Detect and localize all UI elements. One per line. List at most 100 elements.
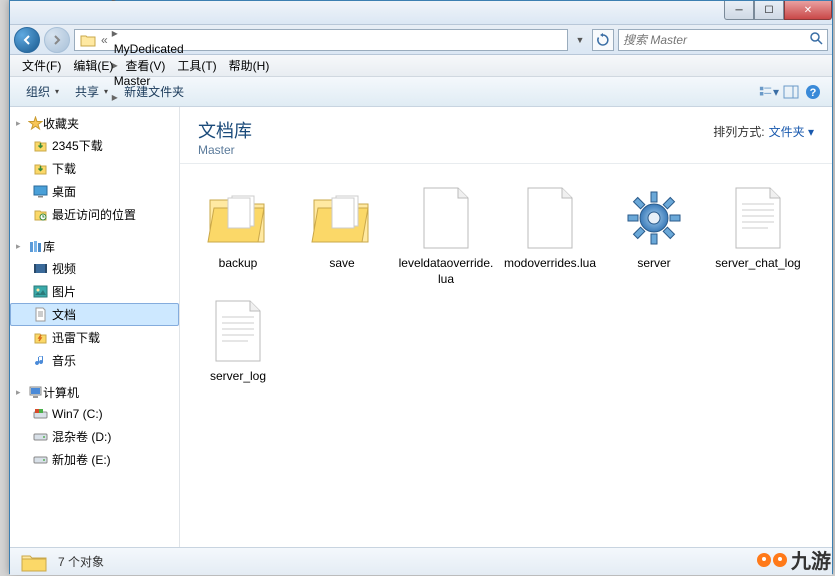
download-icon [32, 161, 48, 177]
sidebar-item[interactable]: 音乐 [10, 349, 179, 372]
file-item[interactable]: leveldataoverride.lua [394, 178, 498, 291]
navigation-pane: ▸ 收藏夹 2345下载下载桌面最近访问的位置 ▸ 库 视频图片文档迅雷下载音乐 [10, 107, 180, 547]
sidebar-item[interactable]: 新加卷 (E:) [10, 448, 179, 471]
drive-icon [32, 429, 48, 445]
folder-icon [79, 31, 97, 49]
sidebar-item-label: 图片 [52, 283, 76, 300]
collapse-icon: ▸ [16, 241, 27, 252]
back-arrow-icon [21, 34, 33, 46]
drive-icon [32, 452, 48, 468]
arrange-by: 排列方式: 文件夹 ▾ [713, 117, 814, 140]
collapse-icon: ▸ [16, 118, 27, 129]
sidebar-item[interactable]: 迅雷下载 [10, 326, 179, 349]
desktop-icon [32, 184, 48, 200]
file-item[interactable]: server_chat_log [706, 178, 810, 291]
chevron-right-icon[interactable]: ▸ [110, 26, 120, 40]
sidebar-item-label: 文档 [52, 306, 76, 323]
star-icon [27, 116, 43, 132]
file-label: server_log [210, 369, 266, 385]
chevron-right-icon: « [99, 33, 110, 47]
file-icon [722, 182, 794, 254]
sidebar-item-label: 视频 [52, 260, 76, 277]
folder-icon [306, 182, 378, 254]
file-icon [618, 182, 690, 254]
maximize-button[interactable]: ☐ [754, 1, 784, 20]
computer-icon [27, 385, 43, 401]
refresh-button[interactable] [592, 29, 614, 51]
minimize-button[interactable]: ─ [724, 1, 754, 20]
sidebar-item[interactable]: 图片 [10, 280, 179, 303]
file-icon [410, 182, 482, 254]
forward-arrow-icon [51, 34, 63, 46]
close-button[interactable]: ✕ [784, 1, 832, 20]
drivewin-icon [32, 406, 48, 422]
back-button[interactable] [14, 27, 40, 53]
sidebar-item-label: 桌面 [52, 183, 76, 200]
breadcrumb[interactable]: « Klei▸DoNotStarveTogether▸MyDedicated▸M… [74, 29, 568, 51]
svg-text:?: ? [810, 87, 817, 99]
share-button[interactable]: 共享 [67, 79, 116, 104]
file-item[interactable]: modoverrides.lua [498, 178, 602, 291]
file-icon [202, 295, 274, 367]
new-folder-button[interactable]: 新建文件夹 [116, 79, 192, 104]
file-icon [514, 182, 586, 254]
view-options-button[interactable]: ▾ [758, 81, 780, 103]
sidebar-item-label: 迅雷下载 [52, 329, 100, 346]
music-icon [32, 353, 48, 369]
organize-button[interactable]: 组织 [18, 79, 67, 104]
library-header: 文档库 Master 排列方式: 文件夹 ▾ [180, 107, 832, 164]
menu-item[interactable]: 文件(F) [16, 55, 67, 76]
computer-label: 计算机 [43, 384, 79, 401]
breadcrumb-dropdown[interactable]: ▼ [572, 35, 588, 45]
arrange-value[interactable]: 文件夹 ▾ [769, 123, 814, 140]
window-controls: ─ ☐ ✕ [724, 1, 832, 20]
menu-item[interactable]: 帮助(H) [223, 55, 276, 76]
file-grid[interactable]: backupsaveleveldataoverride.lua modoverri… [180, 164, 832, 547]
forward-button[interactable] [44, 27, 70, 53]
help-button[interactable]: ? [802, 81, 824, 103]
pictures-icon [32, 284, 48, 300]
file-item[interactable]: server_log [186, 291, 290, 389]
computer-group: ▸ 计算机 Win7 (C:)混杂卷 (D:)新加卷 (E:) [10, 382, 179, 471]
search-input[interactable] [623, 33, 810, 47]
refresh-icon [596, 33, 610, 47]
collapse-icon: ▸ [16, 387, 27, 398]
file-item[interactable]: server [602, 178, 706, 291]
menu-item[interactable]: 工具(T) [171, 55, 222, 76]
titlebar[interactable]: ─ ☐ ✕ [10, 1, 832, 25]
content-pane: 文档库 Master 排列方式: 文件夹 ▾ backupsavelevelda… [180, 107, 832, 547]
sidebar-item[interactable]: 最近访问的位置 [10, 203, 179, 226]
sidebar-item[interactable]: Win7 (C:) [10, 403, 179, 425]
file-label: modoverrides.lua [504, 256, 596, 272]
sidebar-item-label: 下载 [52, 160, 76, 177]
toolbar: 组织 共享 新建文件夹 ▾ ? [10, 77, 832, 107]
sidebar-item[interactable]: 下载 [10, 157, 179, 180]
computer-header[interactable]: ▸ 计算机 [10, 382, 179, 403]
menu-item[interactable]: 编辑(E) [67, 55, 119, 76]
file-label: server [637, 256, 670, 272]
library-subtitle: Master [198, 143, 713, 157]
watermark-text: 九游 [791, 545, 831, 574]
search-icon [810, 32, 823, 48]
menu-item[interactable]: 查看(V) [119, 55, 171, 76]
favorites-header[interactable]: ▸ 收藏夹 [10, 113, 179, 134]
file-label: server_chat_log [715, 256, 800, 272]
preview-pane-button[interactable] [780, 81, 802, 103]
recent-icon [32, 207, 48, 223]
sidebar-item[interactable]: 视频 [10, 257, 179, 280]
sidebar-item[interactable]: 2345下载 [10, 134, 179, 157]
sidebar-item[interactable]: 文档 [10, 303, 179, 326]
folder-icon [18, 550, 50, 574]
menubar: 文件(F)编辑(E)查看(V)工具(T)帮助(H) [10, 55, 832, 77]
file-item[interactable]: backup [186, 178, 290, 291]
sidebar-item[interactable]: 混杂卷 (D:) [10, 425, 179, 448]
help-icon: ? [805, 84, 821, 100]
search-box[interactable] [618, 29, 828, 51]
thunder-icon [32, 330, 48, 346]
file-item[interactable]: save [290, 178, 394, 291]
sidebar-item[interactable]: 桌面 [10, 180, 179, 203]
favorites-group: ▸ 收藏夹 2345下载下载桌面最近访问的位置 [10, 113, 179, 226]
libraries-header[interactable]: ▸ 库 [10, 236, 179, 257]
watermark: 九游 [757, 545, 831, 574]
documents-icon [32, 307, 48, 323]
